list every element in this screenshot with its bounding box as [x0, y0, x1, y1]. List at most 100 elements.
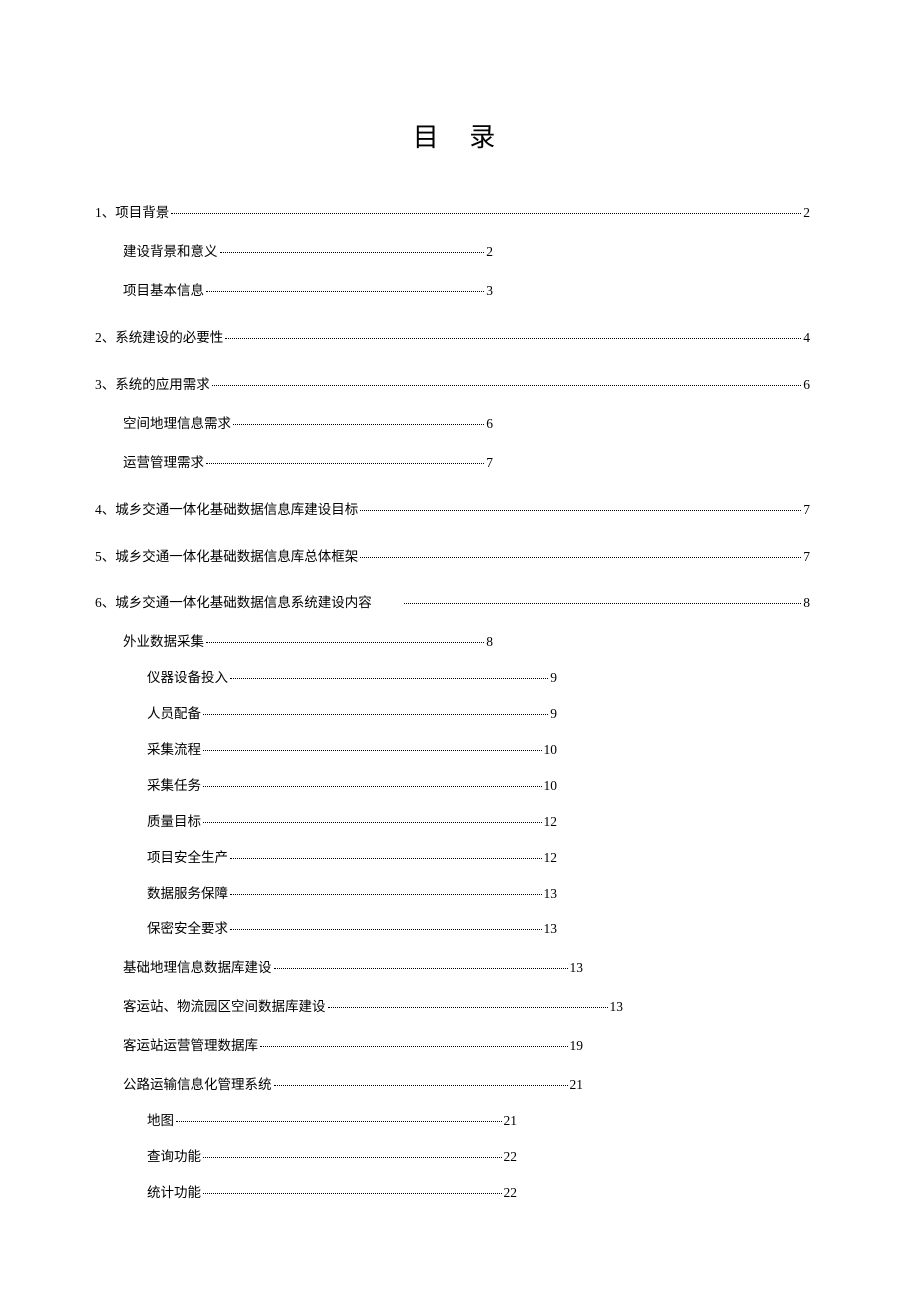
toc-label: 空间地理信息需求	[123, 415, 231, 434]
toc-leader-dots	[360, 557, 801, 558]
toc-entry-l1: 3、系统的应用需求 6	[95, 376, 810, 395]
toc-page-number: 10	[544, 741, 558, 760]
toc-label: 采集任务	[147, 777, 201, 796]
toc-label: 4、城乡交通一体化基础数据信息库建设目标	[95, 501, 358, 520]
toc-page-number: 2	[803, 204, 810, 223]
toc-entry-l2: 项目基本信息 3	[95, 282, 493, 301]
toc-label: 1、项目背景	[95, 204, 169, 223]
toc-label: 仪器设备投入	[147, 669, 228, 688]
toc-page-number: 7	[803, 501, 810, 520]
toc-label: 客运站运营管理数据库	[123, 1037, 258, 1056]
toc-label: 5、城乡交通一体化基础数据信息库总体框架	[95, 548, 358, 567]
toc-label: 运营管理需求	[123, 454, 204, 473]
toc-label: 保密安全要求	[147, 920, 228, 939]
toc-leader-dots	[203, 1193, 502, 1194]
toc-entry-l2: 建设背景和意义 2	[95, 243, 493, 262]
toc-page-number: 8	[803, 594, 810, 613]
toc-label: 客运站、物流园区空间数据库建设	[123, 998, 326, 1017]
toc-label: 统计功能	[147, 1184, 201, 1203]
toc-leader-dots	[203, 1157, 502, 1158]
toc-page-number: 13	[570, 959, 584, 978]
toc-page-number: 12	[544, 813, 558, 832]
toc-label: 基础地理信息数据库建设	[123, 959, 272, 978]
toc-entry-l3: 查询功能 22	[95, 1148, 517, 1167]
toc-page-number: 8	[486, 633, 493, 652]
toc-label: 项目基本信息	[123, 282, 204, 301]
toc-leader-dots	[260, 1046, 568, 1047]
toc-title: 目 录	[95, 117, 825, 154]
toc-leader-dots	[171, 213, 801, 214]
toc-label: 外业数据采集	[123, 633, 204, 652]
toc-page-number: 9	[550, 669, 557, 688]
toc-label: 查询功能	[147, 1148, 201, 1167]
toc-label: 数据服务保障	[147, 885, 228, 904]
toc-label: 地图	[147, 1112, 174, 1131]
table-of-contents: 1、项目背景 2 建设背景和意义 2 项目基本信息 3 2、系统建设的必要性 4…	[95, 204, 825, 1202]
toc-leader-dots	[230, 678, 548, 679]
toc-entry-l2: 客运站运营管理数据库 19	[95, 1037, 583, 1056]
toc-page-number: 6	[803, 376, 810, 395]
toc-page-number: 10	[544, 777, 558, 796]
toc-leader-dots	[225, 338, 801, 339]
toc-entry-l2: 运营管理需求 7	[95, 454, 493, 473]
toc-entry-l2: 外业数据采集 8	[95, 633, 493, 652]
toc-leader-dots	[206, 291, 484, 292]
toc-label: 2、系统建设的必要性	[95, 329, 223, 348]
toc-leader-dots	[230, 894, 542, 895]
toc-page-number: 13	[544, 885, 558, 904]
toc-label: 3、系统的应用需求	[95, 376, 210, 395]
toc-entry-l3: 采集任务 10	[95, 777, 557, 796]
toc-label: 公路运输信息化管理系统	[123, 1076, 272, 1095]
toc-page-number: 2	[486, 243, 493, 262]
toc-page-number: 7	[486, 454, 493, 473]
document-page: 目 录 1、项目背景 2 建设背景和意义 2 项目基本信息 3 2、系统建设的必…	[0, 0, 920, 1263]
toc-page-number: 13	[544, 920, 558, 939]
toc-entry-l1: 2、系统建设的必要性 4	[95, 329, 810, 348]
toc-leader-dots	[203, 750, 542, 751]
toc-leader-dots	[230, 858, 542, 859]
toc-leader-dots	[206, 642, 484, 643]
toc-entry-l1: 6、城乡交通一体化基础数据信息系统建设内容 8	[95, 594, 810, 613]
toc-label: 采集流程	[147, 741, 201, 760]
toc-entry-l3: 地图 21	[95, 1112, 517, 1131]
toc-leader-dots	[274, 1085, 568, 1086]
toc-page-number: 22	[504, 1184, 518, 1203]
toc-page-number: 21	[504, 1112, 518, 1131]
toc-page-number: 3	[486, 282, 493, 301]
toc-page-number: 13	[610, 998, 624, 1017]
toc-entry-l2: 空间地理信息需求 6	[95, 415, 493, 434]
toc-page-number: 21	[570, 1076, 584, 1095]
toc-entry-l3: 保密安全要求 13	[95, 920, 557, 939]
toc-label: 项目安全生产	[147, 849, 228, 868]
toc-leader-dots	[274, 968, 568, 969]
toc-entry-l2: 客运站、物流园区空间数据库建设 13	[95, 998, 623, 1017]
toc-entry-l3: 人员配备 9	[95, 705, 557, 724]
toc-entry-l3: 仪器设备投入 9	[95, 669, 557, 688]
toc-entry-l3: 数据服务保障 13	[95, 885, 557, 904]
toc-leader-dots	[328, 1007, 608, 1008]
toc-entry-l1: 1、项目背景 2	[95, 204, 810, 223]
toc-leader-dots	[230, 929, 542, 930]
toc-leader-dots	[212, 385, 802, 386]
toc-leader-dots	[220, 252, 485, 253]
toc-leader-dots	[203, 786, 542, 787]
toc-leader-dots	[404, 603, 802, 604]
toc-entry-l2: 基础地理信息数据库建设 13	[95, 959, 583, 978]
toc-entry-l3: 采集流程 10	[95, 741, 557, 760]
toc-entry-l1: 4、城乡交通一体化基础数据信息库建设目标 7	[95, 501, 810, 520]
toc-label: 建设背景和意义	[123, 243, 218, 262]
toc-entry-l3: 质量目标 12	[95, 813, 557, 832]
toc-page-number: 9	[550, 705, 557, 724]
toc-entry-l2: 公路运输信息化管理系统 21	[95, 1076, 583, 1095]
toc-page-number: 6	[486, 415, 493, 434]
toc-leader-dots	[176, 1121, 502, 1122]
toc-leader-dots	[203, 822, 542, 823]
toc-leader-dots	[203, 714, 548, 715]
toc-label: 6、城乡交通一体化基础数据信息系统建设内容	[95, 594, 372, 613]
toc-leader-dots	[233, 424, 484, 425]
toc-leader-dots	[206, 463, 484, 464]
toc-leader-dots	[360, 510, 801, 511]
toc-entry-l1: 5、城乡交通一体化基础数据信息库总体框架 7	[95, 548, 810, 567]
toc-page-number: 12	[544, 849, 558, 868]
toc-page-number: 7	[803, 548, 810, 567]
